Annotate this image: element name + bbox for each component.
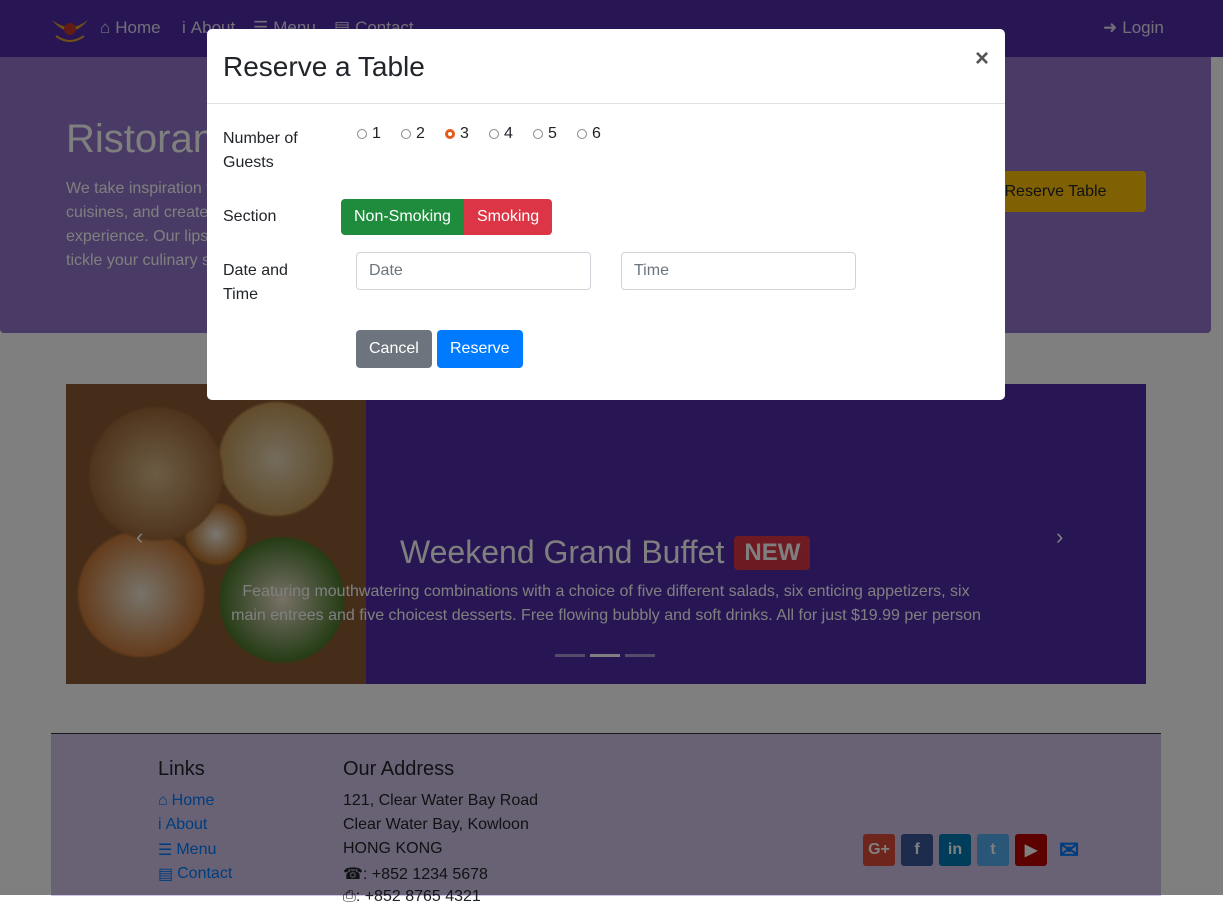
time-input[interactable]: Time	[621, 252, 856, 290]
guests-radio-6[interactable]: 6	[577, 125, 601, 143]
radio-icon	[533, 129, 543, 139]
radio-checked-icon	[445, 129, 455, 139]
cancel-button[interactable]: Cancel	[356, 330, 432, 368]
modal-title: Reserve a Table	[223, 51, 425, 82]
section-label: Section	[223, 208, 277, 225]
modal-header: Reserve a Table ×	[207, 29, 1005, 104]
radio-icon	[357, 129, 367, 139]
guests-radio-1[interactable]: 1	[357, 125, 381, 143]
guests-radio-5[interactable]: 5	[533, 125, 557, 143]
date-input[interactable]: Date	[356, 252, 591, 290]
smoking-button[interactable]: Smoking	[463, 199, 553, 235]
reserve-modal: Reserve a Table × Number of Guests 1 2 3…	[207, 29, 1005, 400]
section-toggle: Non-Smoking Smoking	[341, 199, 553, 235]
radio-icon	[401, 129, 411, 139]
radio-icon	[577, 129, 587, 139]
reserve-button[interactable]: Reserve	[437, 330, 523, 368]
radio-icon	[489, 129, 499, 139]
guests-label: Number of Guests	[223, 130, 298, 171]
guests-radio-3[interactable]: 3	[445, 125, 469, 143]
guests-radio-4[interactable]: 4	[489, 125, 513, 143]
datetime-label: Date and Time	[223, 262, 288, 303]
non-smoking-button[interactable]: Non-Smoking	[341, 199, 464, 235]
close-icon[interactable]: ×	[975, 45, 989, 73]
guests-radio-2[interactable]: 2	[401, 125, 425, 143]
